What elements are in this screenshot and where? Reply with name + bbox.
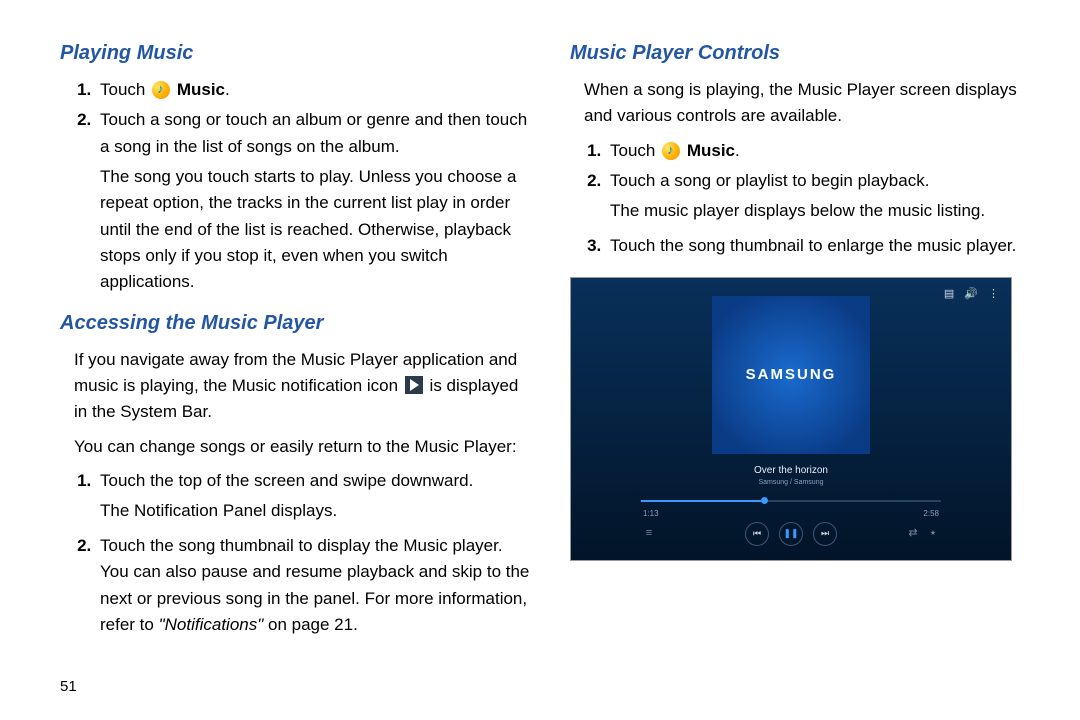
album-art: SAMSUNG xyxy=(712,296,870,454)
playback-controls: ⏮ ❚❚ ⏭ xyxy=(571,522,1011,546)
list-item: Touch a song or touch an album or genre … xyxy=(96,107,530,295)
pause-icon: ❚❚ xyxy=(779,522,803,546)
progress-fill xyxy=(641,500,761,502)
track-artist: Samsung / Samsung xyxy=(571,478,1011,489)
list-item: Touch the song thumbnail to enlarge the … xyxy=(606,233,1040,259)
music-app-icon xyxy=(152,81,170,99)
step-continuation: The Notification Panel displays. xyxy=(100,498,530,524)
time-elapsed: 1:13 xyxy=(643,508,659,520)
overflow-icon: ⋮ xyxy=(988,286,999,303)
list-item: Touch the top of the screen and swipe do… xyxy=(96,468,530,525)
playing-music-steps: Touch Music. Touch a song or touch an al… xyxy=(60,77,530,296)
heading-accessing-player: Accessing the Music Player xyxy=(60,308,530,339)
prev-track-icon: ⏮ xyxy=(745,522,769,546)
player-top-icons: ▤ 🔊 ⋮ xyxy=(944,286,999,303)
list-item: Touch Music. xyxy=(96,77,530,103)
right-column: Music Player Controls When a song is pla… xyxy=(570,38,1040,650)
manual-page: Playing Music Touch Music. Touch a song … xyxy=(0,0,1080,670)
accessing-player-steps: Touch the top of the screen and swipe do… xyxy=(60,468,530,638)
track-title: Over the horizon xyxy=(571,463,1011,479)
step-continuation: The music player displays below the musi… xyxy=(610,198,1040,224)
favorite-icon: ⭑ xyxy=(925,525,941,542)
music-app-icon xyxy=(662,142,680,160)
play-notification-icon xyxy=(405,376,423,394)
player-controls-steps: Touch Music. Touch a song or playlist to… xyxy=(570,138,1040,259)
music-player-screenshot: ▤ 🔊 ⋮ SAMSUNG Over the horizon Samsung /… xyxy=(570,277,1012,561)
page-number: 51 xyxy=(60,675,77,698)
list-view-icon: ▤ xyxy=(944,286,954,303)
volume-icon: 🔊 xyxy=(964,286,978,303)
body-text: When a song is playing, the Music Player… xyxy=(584,77,1040,130)
progress-bar xyxy=(641,500,941,502)
list-item: Touch Music. xyxy=(606,138,1040,164)
list-item: Touch the song thumbnail to display the … xyxy=(96,533,530,638)
time-total: 2:58 xyxy=(923,508,939,520)
step-continuation: The song you touch starts to play. Unles… xyxy=(100,164,530,296)
progress-handle xyxy=(761,497,768,504)
list-item: Touch a song or playlist to begin playba… xyxy=(606,168,1040,225)
next-track-icon: ⏭ xyxy=(813,522,837,546)
left-column: Playing Music Touch Music. Touch a song … xyxy=(60,38,530,650)
body-text: If you navigate away from the Music Play… xyxy=(74,347,530,426)
shuffle-icon: ⇄ xyxy=(905,525,921,542)
heading-playing-music: Playing Music xyxy=(60,38,530,69)
body-text: You can change songs or easily return to… xyxy=(74,434,530,460)
heading-player-controls: Music Player Controls xyxy=(570,38,1040,69)
samsung-logo: SAMSUNG xyxy=(746,363,837,386)
